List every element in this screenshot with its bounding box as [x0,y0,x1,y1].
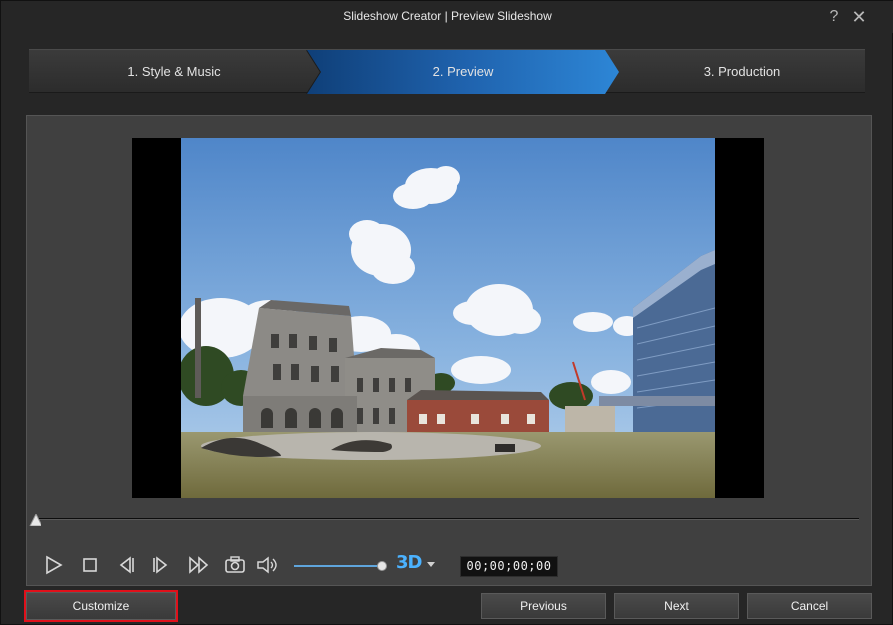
previous-frame-icon[interactable] [115,554,137,576]
step-label: 1. Style & Music [127,64,221,79]
volume-slider-handle[interactable] [377,561,387,571]
next-frame-icon[interactable] [150,554,172,576]
window-title: Slideshow Creator | Preview Slideshow [343,9,552,23]
step-style-music[interactable]: 1. Style & Music [29,50,319,94]
step-preview[interactable]: 2. Preview [307,50,619,94]
step-production[interactable]: 3. Production [619,50,865,94]
next-button[interactable]: Next [614,593,739,619]
preview-panel [26,115,872,586]
play-icon[interactable] [43,554,65,576]
volume-icon[interactable] [256,554,278,576]
slideshow-photo [181,138,715,498]
video-preview [132,138,764,498]
volume-slider[interactable] [294,565,382,567]
customize-highlight-box [24,590,178,622]
slideshow-creator-window: Slideshow Creator | Preview Slideshow ? … [0,0,893,625]
seek-bar[interactable] [34,518,859,520]
seek-handle[interactable] [29,514,41,526]
timecode-display: 00;00;00;00 [460,556,558,577]
step-label: 3. Production [703,64,781,79]
step-label: 2. Preview [432,64,494,79]
chevron-down-icon[interactable] [426,560,436,570]
snapshot-camera-icon[interactable] [224,554,246,576]
title-bar: Slideshow Creator | Preview Slideshow ? … [1,1,893,33]
3d-mode-button[interactable]: 3D [396,552,422,576]
help-icon[interactable]: ? [824,7,844,27]
close-icon[interactable]: ✕ [849,7,869,27]
cancel-button[interactable]: Cancel [747,593,872,619]
previous-button[interactable]: Previous [481,593,606,619]
fast-forward-icon[interactable] [187,554,209,576]
step-wizard: 1. Style & Music 2. Preview 3. Productio… [29,49,865,94]
stop-icon[interactable] [79,554,101,576]
